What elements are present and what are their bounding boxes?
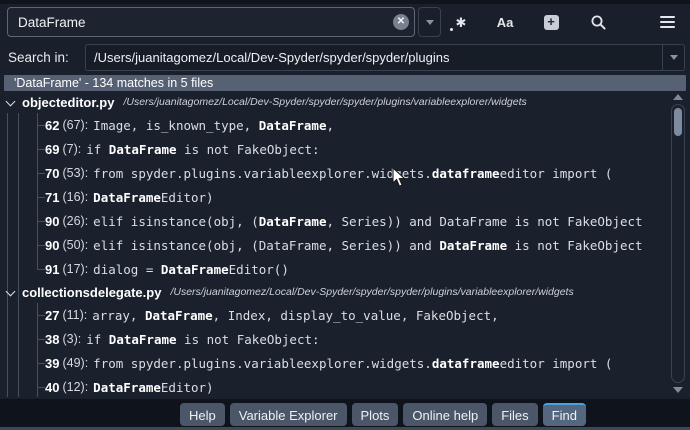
- file-name: objecteditor.py: [22, 95, 114, 110]
- match-line-number: 62: [45, 118, 59, 133]
- match-line-number: 71: [45, 190, 59, 205]
- match-row[interactable]: 62 (67): Image, is_known_type, DataFrame…: [0, 113, 690, 137]
- search-history-dropdown[interactable]: [418, 7, 441, 37]
- match-row[interactable]: 71 (16): DataFrameEditor): [0, 185, 690, 209]
- match-code-text: elif isinstance(obj, (DataFrame, Series)…: [93, 214, 642, 229]
- search-input[interactable]: [7, 7, 415, 37]
- match-code-text: if DataFrame is not FakeObject:: [86, 142, 319, 157]
- match-line-number: 39: [45, 356, 59, 371]
- file-result-group: objecteditor.py /Users/juanitagomez/Loca…: [0, 91, 690, 281]
- match-line-number: 69: [45, 142, 59, 157]
- match-column: (50):: [62, 238, 88, 252]
- search-path-combobox[interactable]: /Users/juanitagomez/Local/Dev-Spyder/spy…: [85, 44, 685, 71]
- tree-content: objecteditor.py /Users/juanitagomez/Loca…: [0, 91, 690, 397]
- file-matches: 27 (11): array, DataFrame, Index, displa…: [0, 303, 690, 397]
- match-column: (3):: [62, 332, 81, 346]
- scrollbar-track[interactable]: [671, 104, 685, 383]
- match-line-number: 70: [45, 166, 59, 181]
- pane-tab-files[interactable]: Files: [492, 403, 537, 426]
- match-column: (11):: [62, 308, 87, 322]
- match-code-text: dialog = DataFrameEditor(): [93, 262, 289, 277]
- match-column: (49):: [62, 356, 88, 370]
- match-code-text: elif isinstance(obj, (DataFrame, Series)…: [93, 238, 642, 253]
- pane-tab-help[interactable]: Help: [180, 403, 225, 426]
- chevron-down-icon: [670, 55, 678, 60]
- match-row[interactable]: 27 (11): array, DataFrame, Index, displa…: [0, 303, 690, 327]
- match-line-number: 38: [45, 332, 59, 347]
- match-line-number: 91: [45, 262, 59, 277]
- scroll-up-arrow-icon[interactable]: [673, 94, 683, 100]
- exclude-options-button[interactable]: +: [536, 7, 566, 37]
- plus-icon: +: [544, 15, 559, 30]
- file-name: collectionsdelegate.py: [22, 285, 161, 300]
- match-row[interactable]: 38 (3): if DataFrame is not FakeObject:: [0, 327, 690, 351]
- regex-icon: ✱: [456, 16, 467, 29]
- search-path-value: /Users/juanitagomez/Local/Dev-Spyder/spy…: [86, 50, 662, 65]
- file-matches: 62 (67): Image, is_known_type, DataFrame…: [0, 113, 690, 281]
- search-in-row: Search in: /Users/juanitagomez/Local/Dev…: [0, 44, 690, 71]
- pane-tab-find[interactable]: Find: [543, 403, 586, 426]
- match-code-text: DataFrameEditor): [93, 380, 213, 395]
- path-dropdown-button[interactable]: [662, 45, 684, 70]
- regex-toggle-button[interactable]: ✱: [446, 7, 476, 37]
- clear-search-button[interactable]: ✕: [393, 14, 409, 30]
- file-path: /Users/juanitagomez/Local/Dev-Spyder/spy…: [170, 286, 573, 298]
- case-sensitive-toggle-button[interactable]: Aa: [490, 7, 520, 37]
- match-line-number: 27: [45, 308, 59, 323]
- match-column: (12):: [62, 380, 88, 394]
- match-row[interactable]: 69 (7): if DataFrame is not FakeObject:: [0, 137, 690, 161]
- results-scrollbar[interactable]: [670, 92, 687, 395]
- file-result-group: collectionsdelegate.py /Users/juanitagom…: [0, 281, 690, 397]
- search-in-label: Search in:: [8, 44, 69, 71]
- find-toolbar: ✕ ✱ Aa +: [0, 7, 690, 37]
- match-column: (7):: [62, 142, 81, 156]
- search-input-wrap: ✕: [7, 7, 415, 37]
- match-column: (16):: [62, 190, 88, 204]
- scrollbar-thumb[interactable]: [674, 108, 682, 136]
- match-code-text: from spyder.plugins.variableexplorer.wid…: [93, 356, 612, 371]
- match-row[interactable]: 90 (50): elif isinstance(obj, (DataFrame…: [0, 233, 690, 257]
- pane-tab-bar: Help Variable Explorer Plots Online help…: [0, 399, 690, 427]
- chevron-down-icon[interactable]: [6, 287, 16, 297]
- match-code-text: if DataFrame is not FakeObject:: [86, 332, 319, 347]
- match-row[interactable]: 70 (53): from spyder.plugins.variableexp…: [0, 161, 690, 185]
- options-menu-button[interactable]: [652, 7, 682, 37]
- match-code-text: array, DataFrame, Index, display_to_valu…: [92, 308, 498, 323]
- scroll-down-arrow-icon[interactable]: [673, 387, 683, 393]
- match-column: (53):: [62, 166, 88, 180]
- match-column: (26):: [62, 214, 88, 228]
- search-results-tree: objecteditor.py /Users/juanitagomez/Loca…: [0, 91, 690, 397]
- file-header[interactable]: objecteditor.py /Users/juanitagomez/Loca…: [0, 91, 690, 113]
- hamburger-menu-icon: [660, 16, 675, 29]
- pane-tabs: Help Variable Explorer Plots Online help…: [180, 403, 586, 426]
- match-column: (67):: [62, 118, 88, 132]
- case-sensitive-icon: Aa: [497, 15, 514, 30]
- file-header[interactable]: collectionsdelegate.py /Users/juanitagom…: [0, 281, 690, 303]
- match-row[interactable]: 90 (26): elif isinstance(obj, (DataFrame…: [0, 209, 690, 233]
- results-summary-bar[interactable]: 'DataFrame' - 134 matches in 5 files: [4, 75, 686, 91]
- match-row[interactable]: 40 (12): DataFrameEditor): [0, 375, 690, 397]
- match-line-number: 90: [45, 238, 59, 253]
- pane-tab-variable-explorer[interactable]: Variable Explorer: [230, 403, 347, 426]
- chevron-down-icon: [426, 20, 434, 25]
- search-icon: [590, 14, 607, 31]
- window-top-edge: [0, 0, 690, 4]
- match-code-text: from spyder.plugins.variableexplorer.wid…: [93, 166, 612, 181]
- match-row[interactable]: 39 (49): from spyder.plugins.variableexp…: [0, 351, 690, 375]
- pane-tab-plots[interactable]: Plots: [352, 403, 399, 426]
- match-row[interactable]: 91 (17): dialog = DataFrameEditor(): [0, 257, 690, 281]
- pane-tab-online-help[interactable]: Online help: [403, 403, 487, 426]
- match-column: (17):: [62, 262, 88, 276]
- match-line-number: 40: [45, 380, 59, 395]
- file-path: /Users/juanitagomez/Local/Dev-Spyder/spy…: [123, 96, 526, 108]
- match-code-text: DataFrameEditor): [93, 190, 213, 205]
- match-code-text: Image, is_known_type, DataFrame,: [93, 118, 334, 133]
- chevron-down-icon[interactable]: [6, 97, 16, 107]
- match-line-number: 90: [45, 214, 59, 229]
- start-search-button[interactable]: [583, 7, 613, 37]
